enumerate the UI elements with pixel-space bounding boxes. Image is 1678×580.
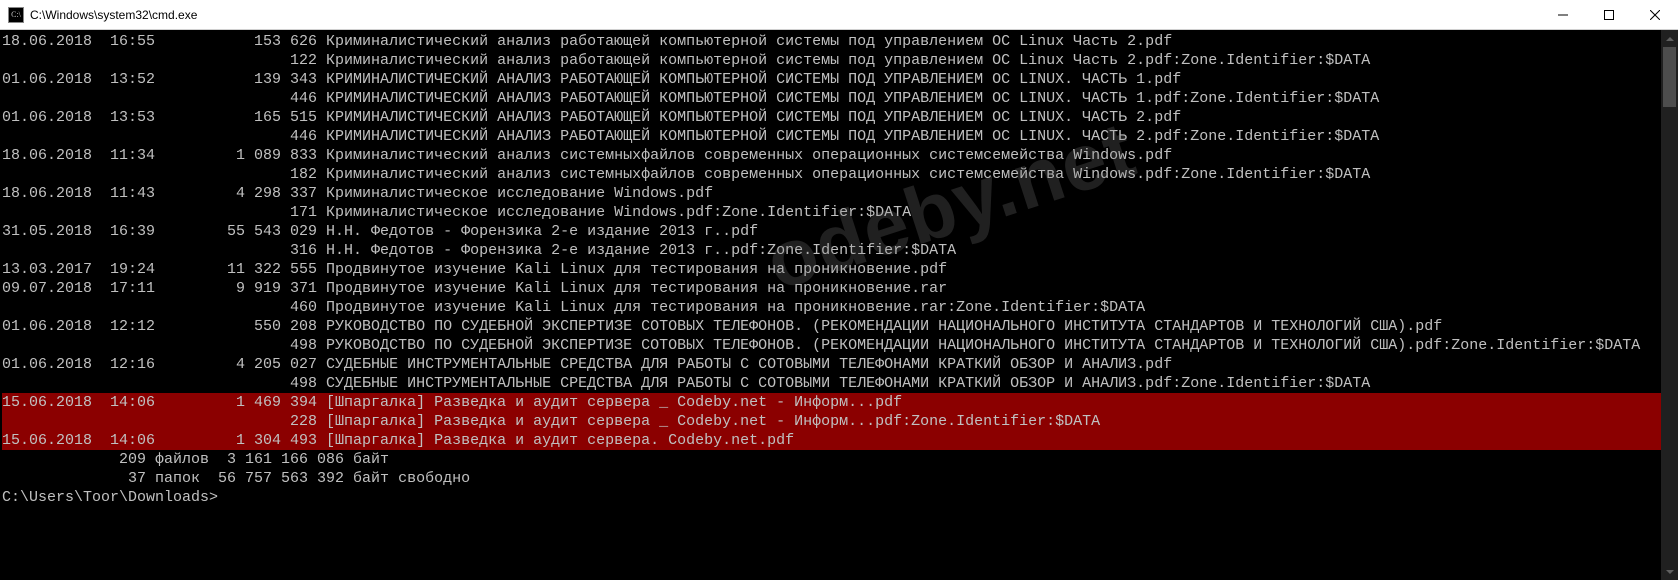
terminal-line: 01.06.2018 12:12 550 208 РУКОВОДСТВО ПО … [2,317,1661,336]
terminal-line: 31.05.2018 16:39 55 543 029 Н.Н. Федотов… [2,222,1661,241]
terminal-line: 18.06.2018 16:55 153 626 Криминалистичес… [2,32,1661,51]
close-button[interactable] [1632,0,1678,30]
terminal-line: 15.06.2018 14:06 1 304 493 [Шпаргалка] Р… [2,431,1661,450]
terminal-line: 09.07.2018 17:11 9 919 371 Продвинутое и… [2,279,1661,298]
close-icon [1650,10,1660,20]
cmd-window: C:\ C:\Windows\system32\cmd.exe 18.06.20… [0,0,1678,580]
terminal-line: 18.06.2018 11:34 1 089 833 Криминалистич… [2,146,1661,165]
terminal-line: 01.06.2018 13:52 139 343 КРИМИНАЛИСТИЧЕС… [2,70,1661,89]
scroll-up-button[interactable] [1661,30,1678,47]
minimize-icon [1558,10,1568,20]
terminal-line: 209 файлов 3 161 166 086 байт [2,450,1661,469]
terminal-line: 446 КРИМИНАЛИСТИЧЕСКИЙ АНАЛИЗ РАБОТАЮЩЕЙ… [2,127,1661,146]
cmd-icon: C:\ [8,7,24,23]
chevron-down-icon [1666,570,1674,574]
scroll-down-button[interactable] [1661,563,1678,580]
terminal-line: 182 Криминалистический анализ системныхф… [2,165,1661,184]
window-title: C:\Windows\system32\cmd.exe [30,8,197,22]
client-area: 18.06.2018 16:55 153 626 Криминалистичес… [0,30,1678,580]
terminal-line: 171 Криминалистическое исследование Wind… [2,203,1661,222]
terminal-line: 01.06.2018 12:16 4 205 027 СУДЕБНЫЕ ИНСТ… [2,355,1661,374]
terminal-line: 498 РУКОВОДСТВО ПО СУДЕБНОЙ ЭКСПЕРТИЗЕ С… [2,336,1661,355]
terminal-line: 18.06.2018 11:43 4 298 337 Криминалистич… [2,184,1661,203]
terminal-line: 316 Н.Н. Федотов - Форензика 2-е издание… [2,241,1661,260]
terminal-line: C:\Users\Toor\Downloads> [2,488,1661,507]
terminal-line: 37 папок 56 757 563 392 байт свободно [2,469,1661,488]
terminal-line: 122 Криминалистический анализ работающей… [2,51,1661,70]
minimize-button[interactable] [1540,0,1586,30]
terminal-line: 460 Продвинутое изучение Kali Linux для … [2,298,1661,317]
scroll-track[interactable] [1661,47,1678,563]
scroll-thumb[interactable] [1663,47,1676,107]
maximize-icon [1604,10,1614,20]
terminal-line: 498 СУДЕБНЫЕ ИНСТРУМЕНТАЛЬНЫЕ СРЕДСТВА Д… [2,374,1661,393]
titlebar[interactable]: C:\ C:\Windows\system32\cmd.exe [0,0,1678,30]
cmd-icon-label: C:\ [11,11,21,19]
vertical-scrollbar[interactable] [1661,30,1678,580]
terminal-line: 13.03.2017 19:24 11 322 555 Продвинутое … [2,260,1661,279]
terminal-line: 01.06.2018 13:53 165 515 КРИМИНАЛИСТИЧЕС… [2,108,1661,127]
terminal-output[interactable]: 18.06.2018 16:55 153 626 Криминалистичес… [0,30,1661,580]
chevron-up-icon [1666,37,1674,41]
maximize-button[interactable] [1586,0,1632,30]
terminal-line: 15.06.2018 14:06 1 469 394 [Шпаргалка] Р… [2,393,1661,412]
terminal-line: 228 [Шпаргалка] Разведка и аудит сервера… [2,412,1661,431]
terminal-line: 446 КРИМИНАЛИСТИЧЕСКИЙ АНАЛИЗ РАБОТАЮЩЕЙ… [2,89,1661,108]
